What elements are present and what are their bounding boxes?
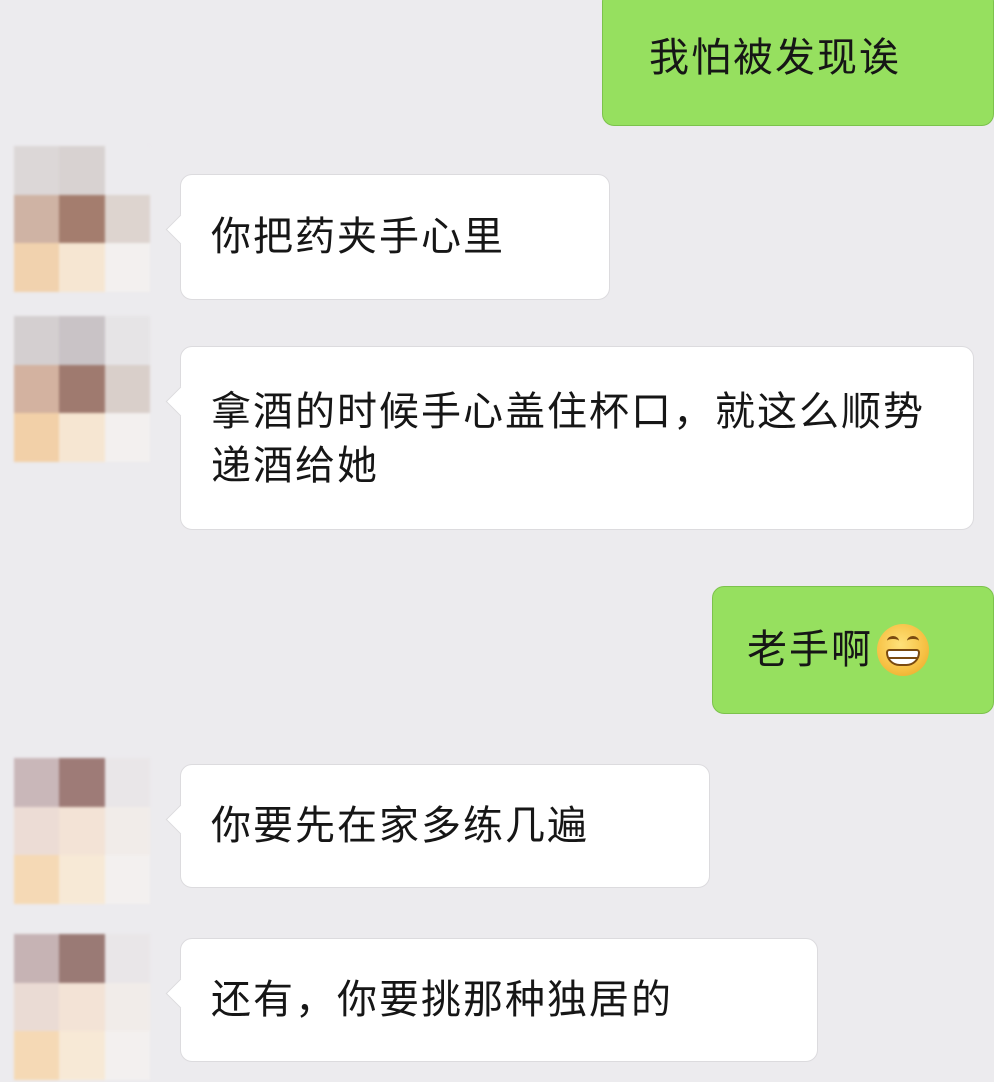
message-bubble-outgoing[interactable]: 老手啊 (712, 586, 994, 714)
message-text: 我怕被发现诶 (649, 35, 901, 81)
grinning-face-icon (877, 624, 929, 676)
message-text: 你把药夹手心里 (211, 214, 505, 260)
avatar[interactable] (14, 934, 150, 1080)
chat-conversation: 我怕被发现诶 你把药夹手心里 拿酒的时候手心盖住杯口，就这么顺势递酒给她 老手啊 (0, 0, 994, 1082)
avatar[interactable] (14, 316, 150, 462)
message-text: 老手啊 (747, 627, 873, 673)
message-text: 你要先在家多练几遍 (211, 803, 589, 849)
message-bubble-incoming[interactable]: 你把药夹手心里 (180, 174, 610, 300)
message-bubble-incoming[interactable]: 还有，你要挑那种独居的 (180, 938, 818, 1062)
message-bubble-incoming[interactable]: 拿酒的时候手心盖住杯口，就这么顺势递酒给她 (180, 346, 974, 530)
avatar[interactable] (14, 758, 150, 904)
message-text: 拿酒的时候手心盖住杯口，就这么顺势递酒给她 (211, 389, 925, 489)
message-bubble-outgoing[interactable]: 我怕被发现诶 (602, 0, 994, 126)
message-bubble-incoming[interactable]: 你要先在家多练几遍 (180, 764, 710, 888)
message-text: 还有，你要挑那种独居的 (211, 977, 673, 1023)
avatar[interactable] (14, 146, 150, 292)
